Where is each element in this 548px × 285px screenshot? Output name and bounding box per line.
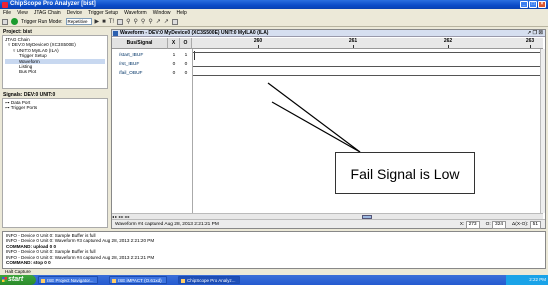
ruler-tick-label: 260 xyxy=(253,38,263,44)
signal-row[interactable]: /start_IBUF 1 1 xyxy=(112,51,545,60)
signal-trace xyxy=(193,75,542,76)
trigger-run-mode-label: Trigger Run Mode: xyxy=(21,18,63,25)
cursor-readouts: X: 273 O: 324 Δ(X-O): 51 xyxy=(460,220,541,229)
app-icon xyxy=(181,278,185,283)
column-o[interactable]: O xyxy=(180,38,192,49)
menu-waveform[interactable]: Waveform xyxy=(124,9,147,17)
run-trigger-icon[interactable] xyxy=(11,18,18,25)
cursor-x-value[interactable]: 273 xyxy=(465,221,480,229)
play-icon[interactable]: ▶ xyxy=(95,18,100,25)
cursor-x-icon[interactable]: ↗ xyxy=(156,18,161,25)
cursor-x-label: X: xyxy=(459,222,465,227)
waveform-icon xyxy=(113,31,118,36)
waveform-title-bar: Waveform - DEV:0 MyDevice0 (XC3S500E) UN… xyxy=(112,30,545,37)
zoom-in-icon[interactable]: ⚲ xyxy=(126,18,130,25)
trigger-immediate-icon[interactable]: T! xyxy=(109,19,114,25)
time-ruler[interactable]: 260 261 262 263 xyxy=(192,38,543,49)
cursor-o-icon[interactable]: ↗ xyxy=(164,18,169,25)
taskbar-item[interactable]: ISE Project Navigator... xyxy=(38,276,98,284)
menu-jtag-chain[interactable]: JTAG Chain xyxy=(34,9,61,17)
menu-file[interactable]: File xyxy=(3,9,11,17)
waveform-window-controls[interactable]: ↗ ❐ ☒ xyxy=(527,30,543,37)
signal-name[interactable]: /rst_IBUF xyxy=(113,60,168,69)
taskbar-item[interactable]: ISE iMPACT (O.61xd) xyxy=(109,276,167,284)
signal-row[interactable]: /fail_OBUF 0 0 xyxy=(112,69,545,78)
signal-trace xyxy=(193,66,542,67)
window-controls: _ □ × xyxy=(520,1,546,8)
taskbar-item-active[interactable]: ChipScope Pro Analyz... xyxy=(178,276,240,284)
signal-row[interactable]: /rst_IBUF 0 0 xyxy=(112,60,545,69)
ruler-tick-label: 263 xyxy=(525,38,535,44)
waveform-vertical-scrollbar[interactable] xyxy=(540,49,545,213)
stop-icon[interactable]: ■ xyxy=(102,19,106,25)
menu-window[interactable]: Window xyxy=(153,9,171,17)
menu-bar: File View JTAG Chain Device Trigger Setu… xyxy=(0,9,548,17)
signal-trace xyxy=(193,52,542,53)
windows-logo-icon xyxy=(2,277,7,282)
maximize-button[interactable]: □ xyxy=(529,1,537,8)
save-icon[interactable] xyxy=(117,18,124,25)
delta-label: Δ(X-O): xyxy=(512,222,529,227)
signal-name[interactable]: /start_IBUF xyxy=(113,51,168,60)
zoom-out-icon[interactable]: ⚲ xyxy=(134,18,138,25)
waveform-title: Waveform - DEV:0 MyDevice0 (XC3S500E) UN… xyxy=(120,30,269,36)
ruler-tick xyxy=(353,45,354,48)
menu-help[interactable]: Help xyxy=(177,9,187,17)
ruler-tick-label: 261 xyxy=(348,38,358,44)
ruler-tick xyxy=(258,45,259,48)
system-tray: 2:22 PM xyxy=(506,275,548,285)
start-button[interactable]: start xyxy=(0,275,36,285)
app-icon xyxy=(2,1,8,8)
signals-tree: ⊶ Data Port ⊶ Trigger Ports xyxy=(2,98,108,228)
clock[interactable]: 2:22 PM xyxy=(529,277,546,282)
menu-view[interactable]: View xyxy=(17,9,28,17)
console-line: COMMAND: stop 0 0 xyxy=(6,260,51,266)
delta-value: 51 xyxy=(529,221,541,229)
column-bus-signal[interactable]: Bus/Signal xyxy=(112,38,168,49)
close-button[interactable]: × xyxy=(538,1,546,8)
settings-icon[interactable] xyxy=(171,18,178,25)
zoom-reset-icon[interactable]: ⚲ xyxy=(148,18,152,25)
tree-bus-plot[interactable]: Bus Plot xyxy=(5,69,105,74)
app-icon xyxy=(112,278,116,283)
ruler-tick xyxy=(448,45,449,48)
taskbar: start ISE Project Navigator... ISE iMPAC… xyxy=(0,275,548,285)
window-title: ChipScope Pro Analyzer [bist] xyxy=(10,1,96,7)
signal-o-value: 0 xyxy=(184,62,188,67)
signal-x-value: 0 xyxy=(172,71,176,76)
signal-o-value: 0 xyxy=(184,71,188,76)
annotation-callout: Fail Signal is Low xyxy=(335,152,475,194)
signal-o-value: 1 xyxy=(184,53,188,58)
cursor-o-value[interactable]: 324 xyxy=(492,221,507,229)
ruler-tick-label: 262 xyxy=(443,38,453,44)
signal-name[interactable]: /fail_OBUF xyxy=(113,69,168,78)
toolbar: Trigger Run Mode: Repetitive ▶ ■ T! ⚲ ⚲ … xyxy=(0,17,548,27)
left-panel: Project: bist JTAG Chain ▿ DEV:0 MyDevic… xyxy=(2,29,108,229)
waveform-window: Waveform - DEV:0 MyDevice0 (XC3S500E) UN… xyxy=(111,29,546,229)
open-icon[interactable] xyxy=(2,18,8,25)
title-bar: ChipScope Pro Analyzer [bist] _ □ × xyxy=(0,0,548,9)
menu-device[interactable]: Device xyxy=(67,9,82,17)
trigger-run-mode-select[interactable]: Repetitive xyxy=(65,18,92,25)
capture-status: Waveform #4 captured Aug 28, 2013 2:21:2… xyxy=(115,222,219,227)
zoom-fit-icon[interactable]: ⚲ xyxy=(141,18,145,25)
column-x[interactable]: X xyxy=(168,38,180,49)
project-tree: JTAG Chain ▿ DEV:0 MyDevice0 (XC3S500E) … xyxy=(2,35,108,89)
signal-x-value: 1 xyxy=(172,53,176,58)
cursor-o-label: O: xyxy=(485,222,491,227)
minimize-button[interactable]: _ xyxy=(520,1,528,8)
signals-trigger-ports[interactable]: ⊶ Trigger Ports xyxy=(5,105,105,110)
signal-x-value: 0 xyxy=(172,62,176,67)
waveform-status-bar: Waveform #4 captured Aug 28, 2013 2:21:2… xyxy=(112,219,545,229)
ruler-tick xyxy=(530,45,531,48)
console-log: INFO - Device 0 Unit 0: Sample Buffer is… xyxy=(2,231,546,269)
menu-trigger-setup[interactable]: Trigger Setup xyxy=(88,9,118,17)
app-icon xyxy=(41,278,45,283)
